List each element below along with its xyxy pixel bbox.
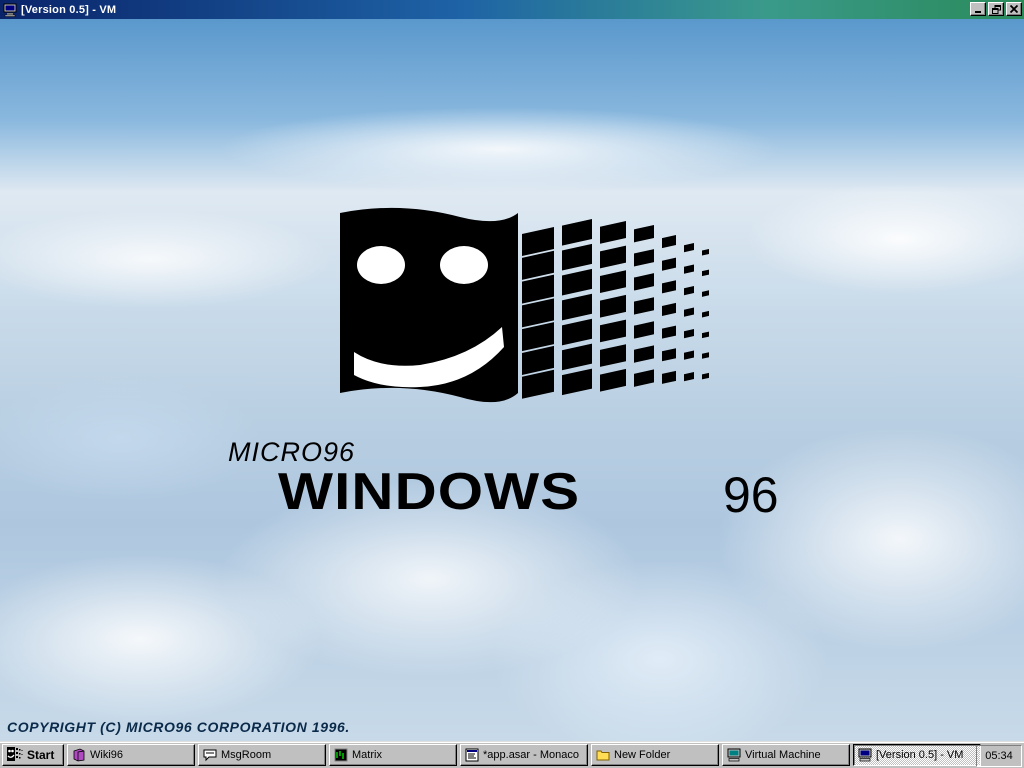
logo-wave-square xyxy=(600,294,626,318)
logo-wave-square xyxy=(562,219,592,246)
logo-wave-square xyxy=(600,270,626,294)
editor-icon xyxy=(465,748,479,762)
logo-wave-square xyxy=(522,250,554,280)
logo-wave-square xyxy=(684,307,694,317)
logo-wave-square xyxy=(522,227,554,257)
logo-wave-square xyxy=(702,249,709,256)
restore-button[interactable] xyxy=(988,2,1004,16)
computer-icon xyxy=(858,748,872,762)
task-button-vm-version[interactable]: [Version 0.5] - VM xyxy=(853,744,981,766)
logo-wave-square xyxy=(684,243,694,253)
task-label: Virtual Machine xyxy=(745,749,821,761)
copyright-text: COPYRIGHT (C) MICRO96 CORPORATION 1996. xyxy=(7,719,350,735)
logo-wave-square xyxy=(662,325,676,339)
folder-icon xyxy=(596,748,610,762)
task-button-new-folder[interactable]: New Folder xyxy=(591,744,719,766)
logo-wave-square xyxy=(662,235,676,249)
task-button-msgroom[interactable]: MsgRoom xyxy=(198,744,326,766)
close-button[interactable] xyxy=(1006,2,1022,16)
desktop-wallpaper[interactable]: MICRO96 WINDOWS 96 COPYRIGHT (C) MICRO96… xyxy=(0,19,1024,741)
minimize-icon xyxy=(975,11,981,13)
logo-wave-square xyxy=(702,310,709,318)
task-button-wiki96[interactable]: Wiki96 xyxy=(67,744,195,766)
chat-icon xyxy=(203,748,217,762)
task-button-monaco[interactable]: *app.asar - Monaco xyxy=(460,744,588,766)
logo-wave-square xyxy=(634,273,654,291)
logo-wave-square xyxy=(600,368,626,392)
task-label: Wiki96 xyxy=(90,749,124,761)
logo-wave-square xyxy=(634,225,654,243)
window-title: [Version 0.5] - VM xyxy=(21,3,117,16)
start-label: Start xyxy=(27,748,55,762)
logo-wave-square xyxy=(662,348,676,362)
logo-wave-square xyxy=(562,368,592,396)
logo-wave-square xyxy=(662,302,676,317)
logo-wave-square xyxy=(562,268,592,296)
logo-wave-square xyxy=(684,350,694,360)
logo-brand-version: 96 xyxy=(723,467,779,523)
logo-wave-square xyxy=(634,369,654,387)
logo-wave-square xyxy=(600,319,626,343)
logo-wave-square xyxy=(562,243,592,271)
logo-wave-square xyxy=(702,269,709,277)
terminal-icon xyxy=(334,748,348,762)
logo-wave-square xyxy=(600,344,626,367)
start-logo-icon xyxy=(7,746,23,764)
windows96-logo-icon xyxy=(340,197,720,417)
logo-wave-square xyxy=(702,352,709,359)
logo-wave-square xyxy=(634,297,654,315)
logo-wave-square xyxy=(702,331,709,339)
task-button-matrix[interactable]: Matrix xyxy=(329,744,457,766)
logo-wave-square xyxy=(600,221,626,244)
logo-wave-square xyxy=(634,249,654,267)
logo-brand-windows: WINDOWS xyxy=(278,463,581,521)
taskbar-clock[interactable]: 05:34 xyxy=(976,745,1022,767)
task-label: *app.asar - Monaco xyxy=(483,749,579,761)
logo-wave-square xyxy=(522,369,554,399)
logo-wave-square xyxy=(662,257,676,271)
task-label: New Folder xyxy=(614,749,671,761)
logo-wave-square xyxy=(562,293,592,321)
logo-wave-square xyxy=(684,329,694,339)
logo-wave-square xyxy=(600,245,626,269)
computer-icon xyxy=(2,2,18,18)
window-controls xyxy=(968,2,1022,16)
book-icon xyxy=(72,748,86,762)
logo-wave-square xyxy=(522,322,554,352)
task-button-virtual-machine[interactable]: Virtual Machine xyxy=(722,744,850,766)
close-icon xyxy=(1010,5,1018,13)
window-titlebar[interactable]: [Version 0.5] - VM xyxy=(0,0,1024,19)
logo-wave-square xyxy=(702,372,709,380)
logo-wave-square xyxy=(634,345,654,363)
logo-wave-square xyxy=(684,286,694,296)
logo-wave-square xyxy=(522,345,554,375)
restore-icon xyxy=(991,4,1001,14)
computer-icon xyxy=(727,748,741,762)
logo-wave-square xyxy=(634,321,654,339)
task-label: [Version 0.5] - VM xyxy=(876,749,964,761)
task-label: MsgRoom xyxy=(221,749,272,761)
start-button[interactable]: Start xyxy=(2,744,64,766)
logo-wave-square xyxy=(562,343,592,371)
logo-wave-square xyxy=(662,370,676,384)
logo-wave-square xyxy=(562,318,592,346)
logo-wave-square xyxy=(684,372,694,382)
logo-wave-square xyxy=(684,264,694,274)
logo-wave-square xyxy=(522,298,554,328)
logo-wave-square xyxy=(662,280,676,294)
taskbar: Start Wiki96 MsgRoom Matrix *app.asar - … xyxy=(0,741,1024,768)
minimize-button[interactable] xyxy=(970,2,986,16)
task-label: Matrix xyxy=(352,749,382,761)
logo-wave-square xyxy=(522,274,554,304)
logo-wave-square xyxy=(702,290,709,297)
